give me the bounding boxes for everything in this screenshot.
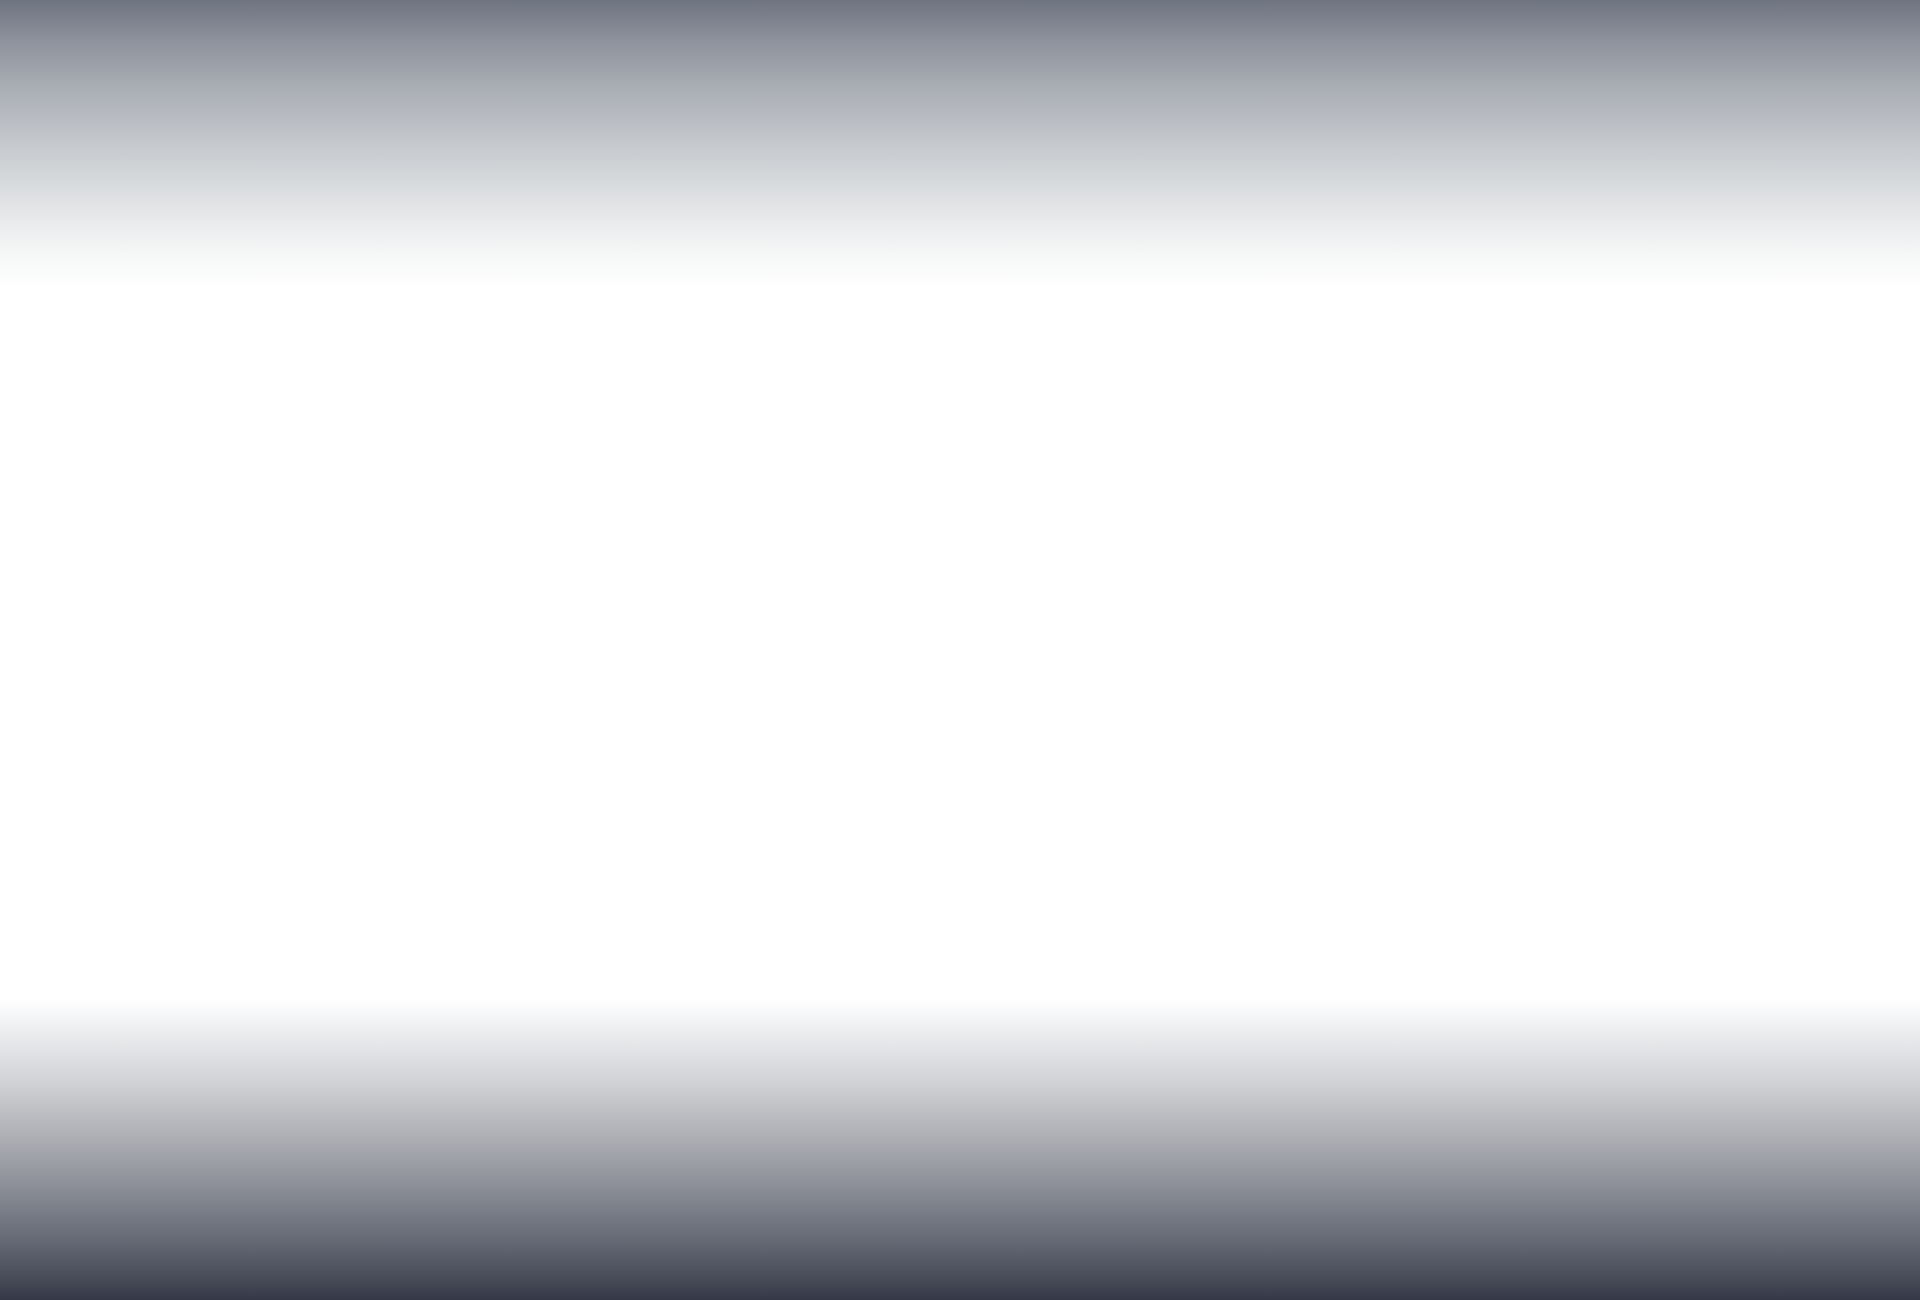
top-gradient-overlay (0, 0, 1920, 290)
blank-screen (0, 0, 1920, 1300)
empty-content-area (0, 290, 1920, 1000)
bottom-gradient-overlay (0, 1000, 1920, 1300)
